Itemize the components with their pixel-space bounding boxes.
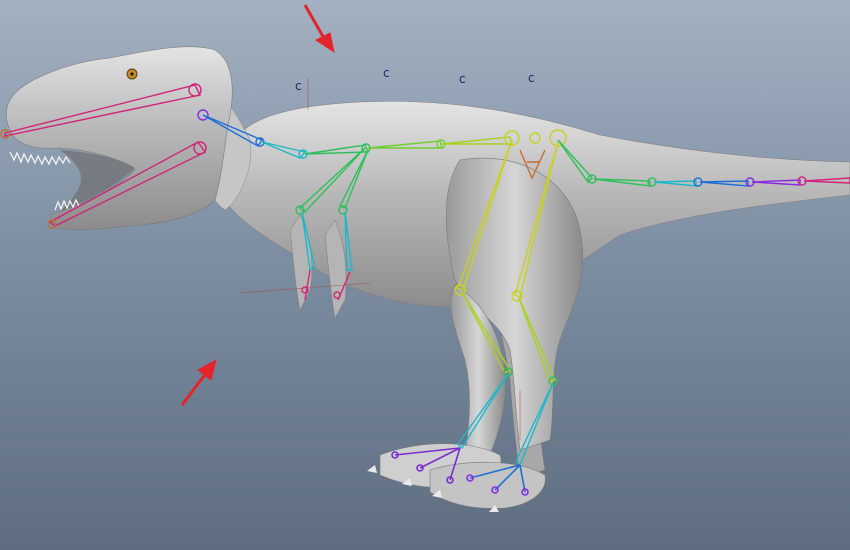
locator-label[interactable]: c	[295, 80, 302, 92]
locator-label[interactable]: c	[528, 72, 535, 84]
locator-label[interactable]: c	[459, 73, 466, 85]
arrow-down-right-icon	[303, 4, 335, 54]
trex-mesh[interactable]	[5, 46, 850, 512]
viewport-scene[interactable]	[0, 0, 850, 550]
locator-label[interactable]: c	[383, 67, 390, 79]
maya-3d-viewport[interactable]: c c c c	[0, 0, 850, 550]
arrow-up-right-icon	[180, 359, 217, 406]
